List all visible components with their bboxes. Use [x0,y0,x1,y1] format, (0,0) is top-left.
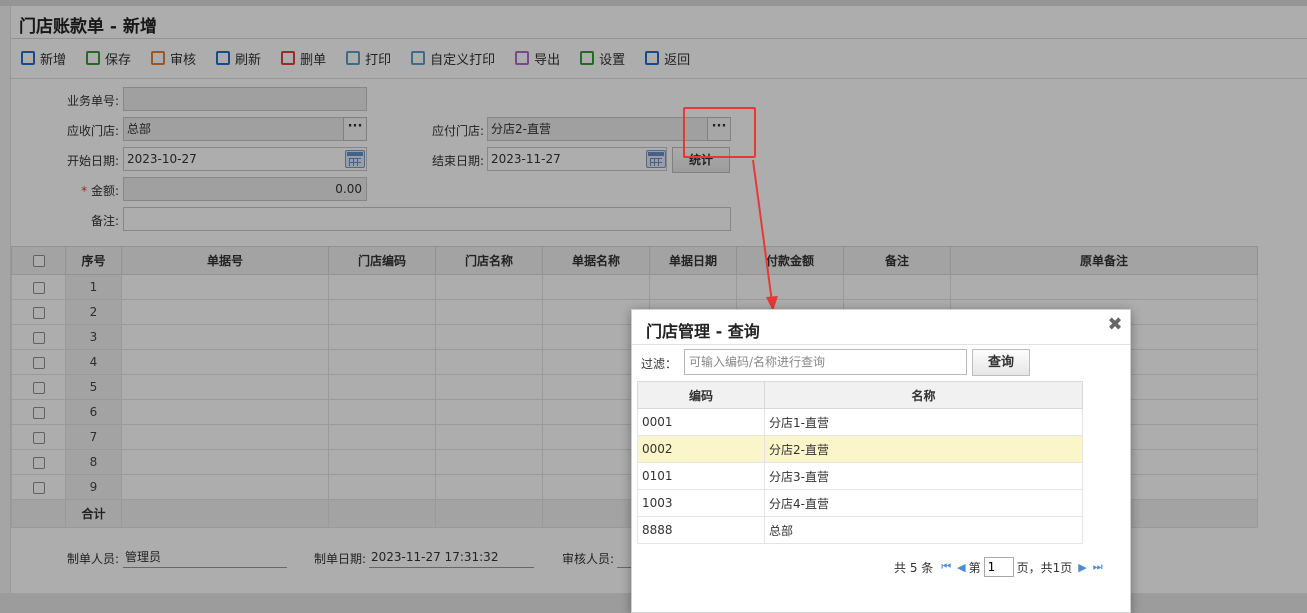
filter-label: 过滤： [641,357,678,371]
store-code: 0101 [637,462,765,490]
close-icon[interactable]: ✖ [1106,316,1124,334]
store-row[interactable]: 0101 分店3-直营 [637,462,1083,490]
store-name: 分店1-直营 [764,408,1083,436]
store-row[interactable]: 1003 分店4-直营 [637,489,1083,517]
column-header-name[interactable]: 名称 [764,381,1083,409]
column-header-code[interactable]: 编码 [637,381,765,409]
store-query-dialog: 门店管理 - 查询 ✖ 过滤： 查询 编码 名称 0001分店1-直营0002分… [631,309,1131,613]
filter-input[interactable] [684,349,967,375]
store-code: 0001 [637,408,765,436]
total-count: 共 5 条 [894,560,934,575]
store-name: 分店4-直营 [764,489,1083,517]
store-code: 8888 [637,516,765,544]
query-button[interactable]: 查询 [972,349,1030,376]
store-row[interactable]: 0002 分店2-直营 [637,435,1083,463]
prev-page-icon[interactable]: ◀ [957,561,965,574]
pager: 共 5 条 ⏮ ◀ 第 页，共1页 ▶ ⏭ [894,557,1106,577]
page-prefix: 第 [968,560,981,575]
store-grid: 编码 名称 0001 分店1-直营 0002 分店2-直营 0101 分店3-直营 1003… [637,381,1083,544]
store-name: 分店2-直营 [764,435,1083,463]
store-code: 0002 [637,435,765,463]
page-suffix: 页，共1页 [1016,560,1073,575]
store-row[interactable]: 8888 总部 [637,516,1083,544]
next-page-icon[interactable]: ▶ [1078,561,1086,574]
dialog-title: 门店管理 - 查询 [646,322,760,341]
store-name: 总部 [764,516,1083,544]
first-page-icon[interactable]: ⏮ [941,560,951,574]
arrow-line [752,159,773,303]
store-name: 分店3-直营 [764,462,1083,490]
store-row[interactable]: 0001 分店1-直营 [637,408,1083,436]
store-code: 1003 [637,489,765,517]
dialog-divider [632,344,1130,345]
last-page-icon[interactable]: ⏭ [1093,560,1103,574]
page-input[interactable] [983,557,1014,577]
